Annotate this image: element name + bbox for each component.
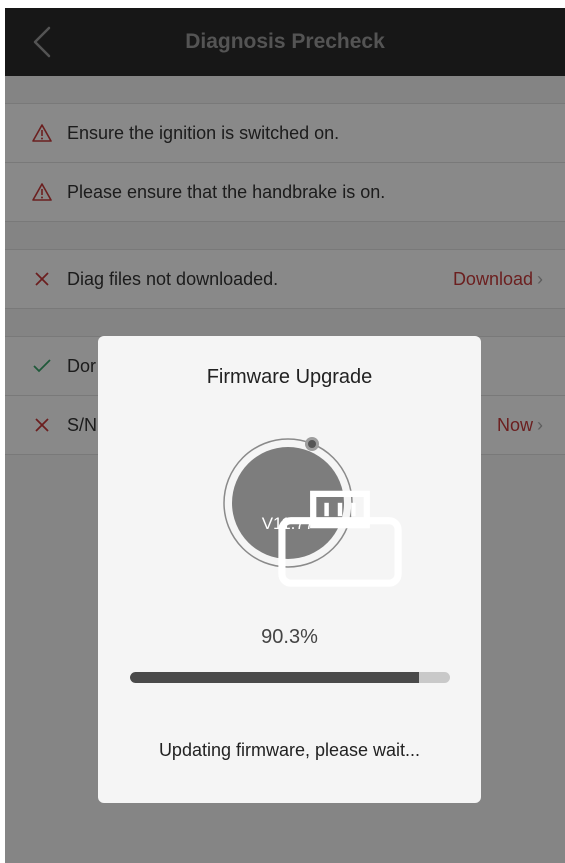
app-screen: Diagnosis Precheck Ensure the ignition i… — [5, 8, 565, 863]
dialog-title: Firmware Upgrade — [206, 366, 373, 388]
progress-bar-fill — [130, 672, 419, 683]
firmware-version: V11.77 — [261, 514, 315, 533]
firmware-upgrade-dialog: Firmware Upgrade V11.77 90.3% Updating f… — [98, 336, 481, 803]
firmware-progress-ring: V11.77 — [221, 436, 402, 587]
progress-percent: 90.3% — [261, 626, 318, 648]
status-message: Updating firmware, please wait... — [158, 740, 421, 760]
progress-bar — [130, 672, 450, 683]
obd-device-icon — [278, 490, 402, 587]
